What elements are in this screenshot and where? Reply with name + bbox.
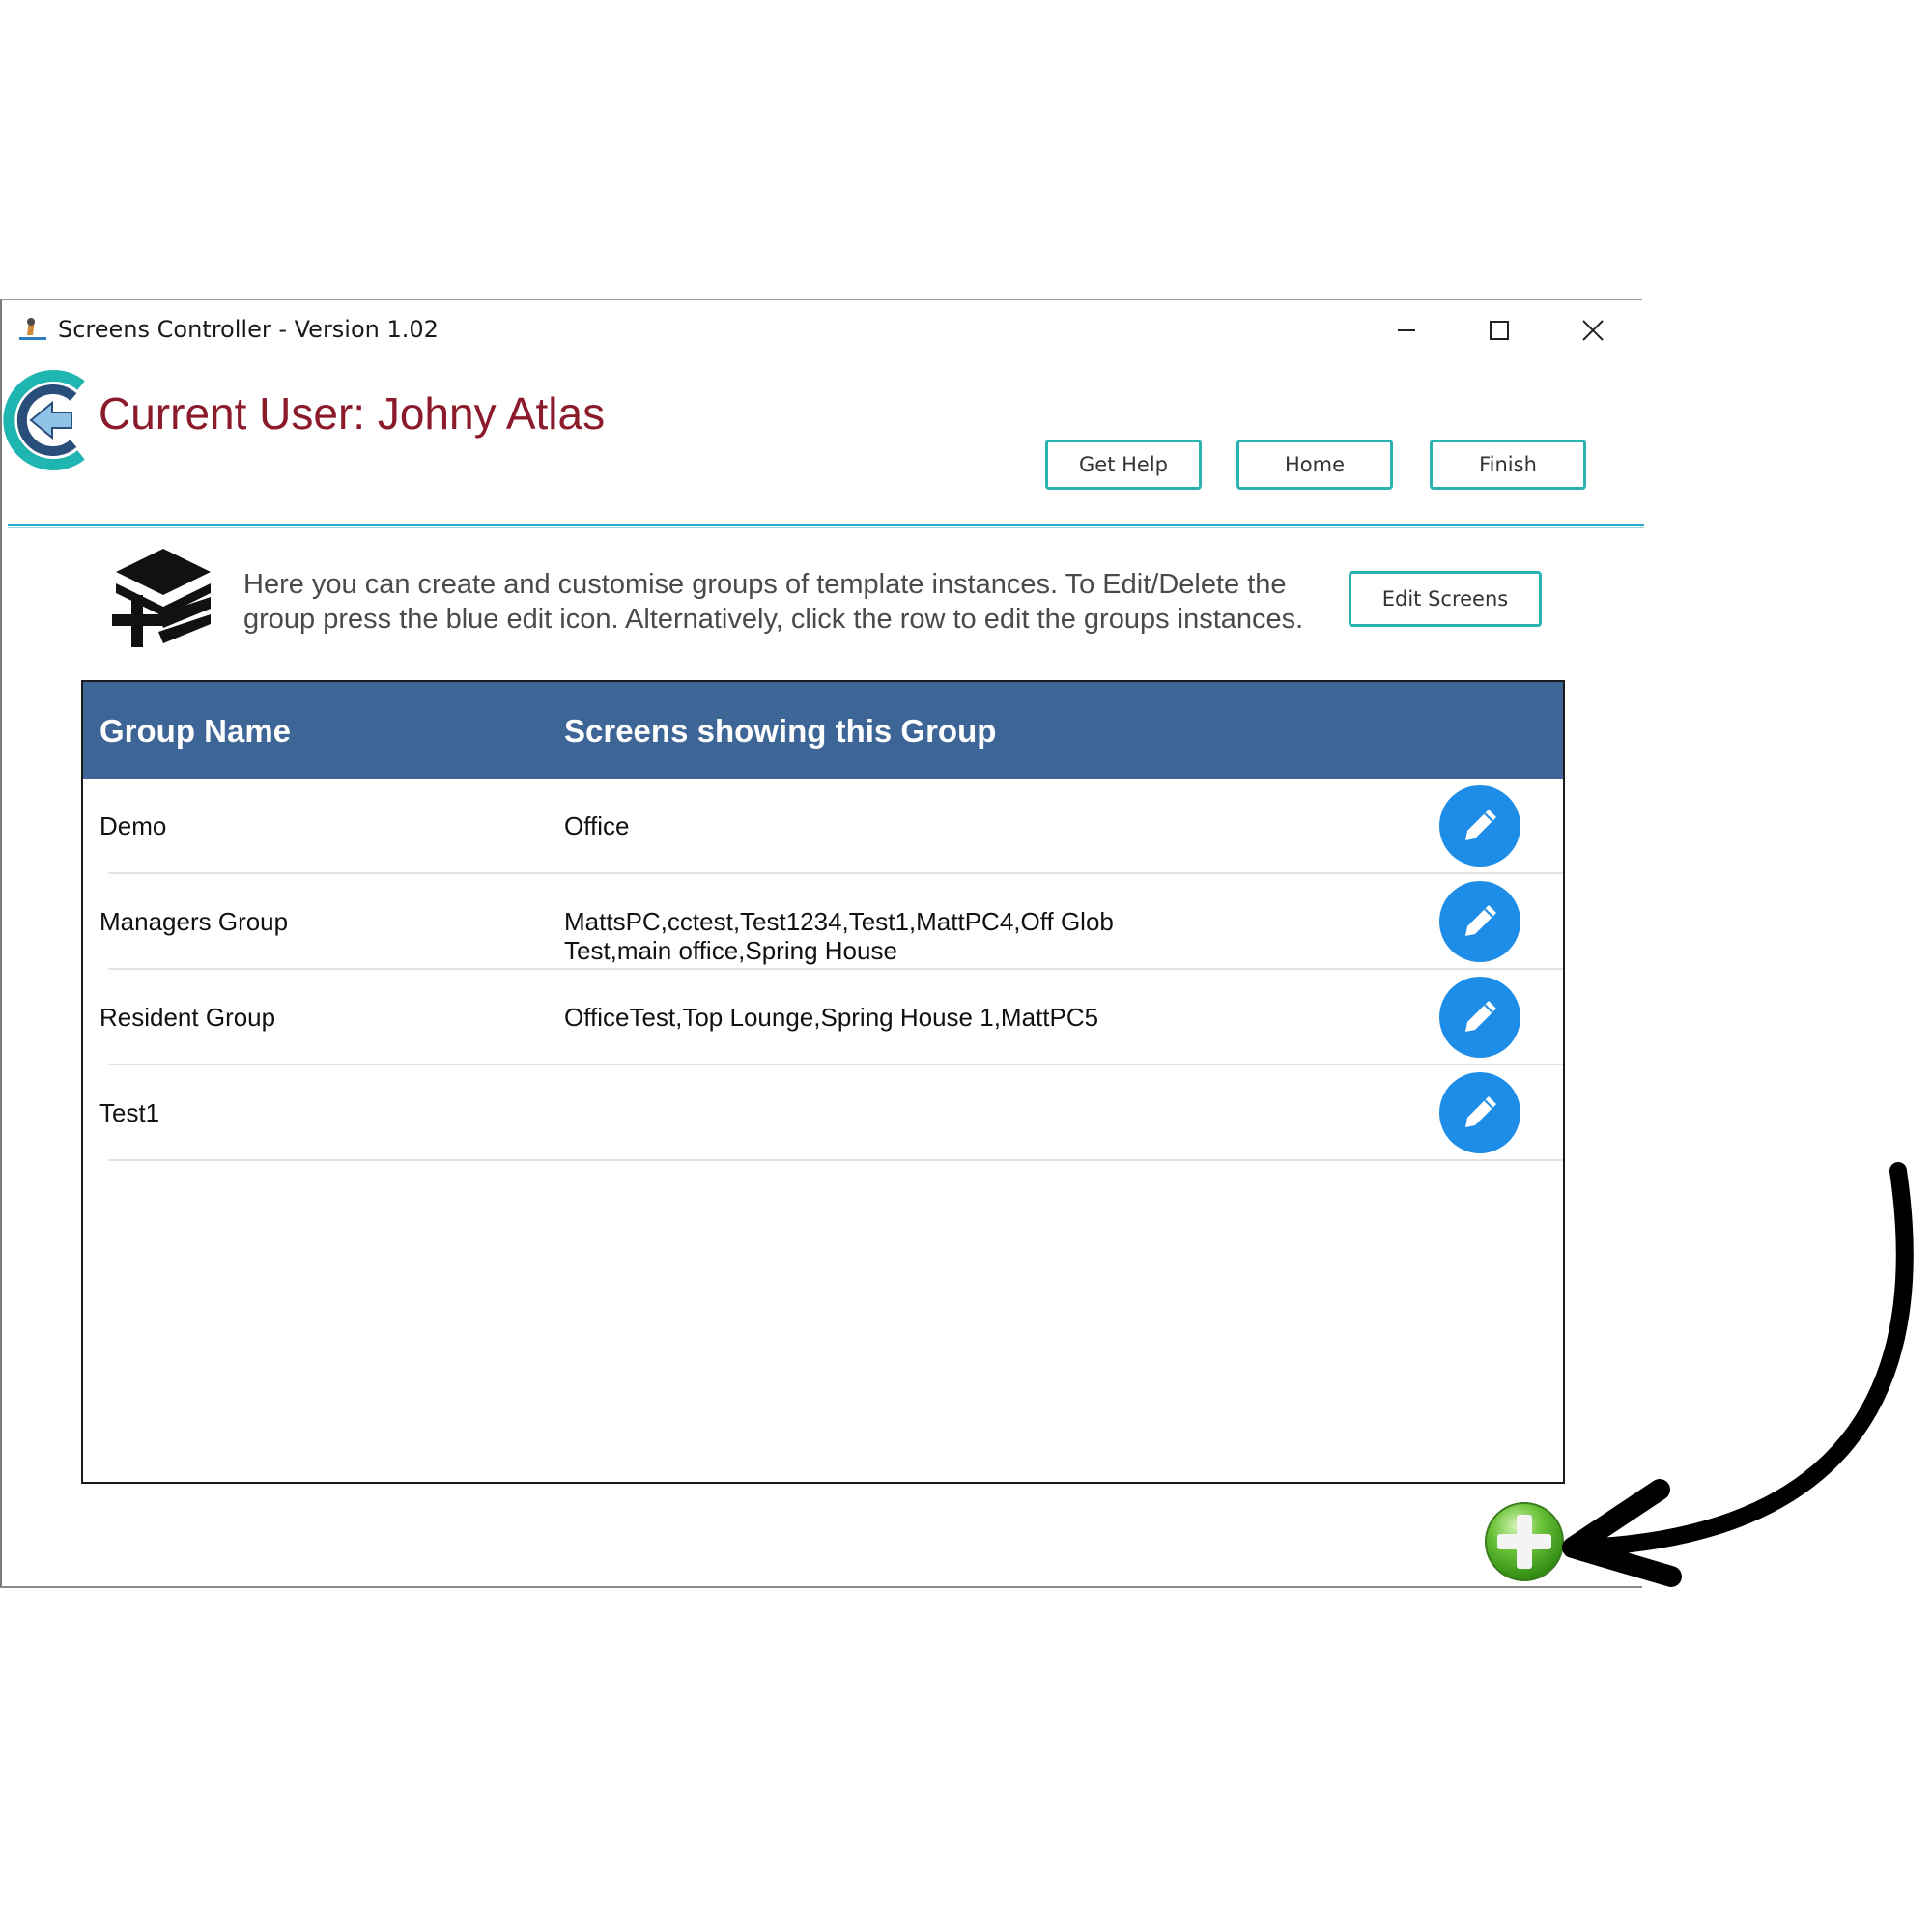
maximize-icon[interactable] bbox=[1470, 306, 1528, 355]
screens-cell: MattsPC,cctest,Test1234,Test1,MattPC4,Of… bbox=[564, 907, 1114, 965]
edit-group-button[interactable] bbox=[1439, 1072, 1520, 1153]
finish-button[interactable]: Finish bbox=[1430, 440, 1586, 490]
curved-arrow-annotation bbox=[1562, 1162, 1914, 1587]
table-row[interactable]: Managers Group MattsPC,cctest,Test1234,T… bbox=[83, 874, 1563, 970]
row-divider bbox=[108, 1159, 1563, 1161]
pencil-icon bbox=[1465, 810, 1496, 840]
window-title: Screens Controller - Version 1.02 bbox=[58, 316, 439, 343]
group-name-cell: Resident Group bbox=[99, 1003, 276, 1032]
header: Current User: Johny Atlas Get Help Home … bbox=[2, 358, 1644, 528]
close-icon[interactable] bbox=[1564, 306, 1622, 355]
group-name-cell: Test1 bbox=[99, 1098, 160, 1127]
header-divider bbox=[8, 524, 1644, 528]
layers-add-icon bbox=[112, 549, 211, 647]
title-bar: Screens Controller - Version 1.02 bbox=[2, 300, 1644, 358]
table-row[interactable]: Test1 bbox=[83, 1065, 1563, 1161]
table-row[interactable]: Resident Group OfficeTest,Top Lounge,Spr… bbox=[83, 970, 1563, 1065]
group-name-cell: Demo bbox=[99, 811, 167, 840]
table-row[interactable]: Demo Office bbox=[83, 779, 1563, 874]
groups-table: Group Name Screens showing this Group De… bbox=[81, 680, 1565, 1484]
pencil-icon bbox=[1465, 905, 1496, 936]
app-icon bbox=[19, 318, 46, 340]
info-text: Here you can create and customise groups… bbox=[243, 569, 1304, 635]
app-window: Screens Controller - Version 1.02 Curren… bbox=[0, 299, 1644, 1588]
get-help-button[interactable]: Get Help bbox=[1045, 440, 1202, 490]
group-name-cell: Managers Group bbox=[99, 907, 289, 936]
current-user-title: Current User: Johny Atlas bbox=[99, 388, 606, 439]
pencil-icon bbox=[1465, 1001, 1496, 1032]
edit-group-button[interactable] bbox=[1439, 881, 1520, 962]
screens-cell: OfficeTest,Top Lounge,Spring House 1,Mat… bbox=[564, 1003, 1099, 1032]
home-button[interactable]: Home bbox=[1236, 440, 1393, 490]
screens-cell: Office bbox=[564, 811, 630, 840]
table-header: Group Name Screens showing this Group bbox=[83, 682, 1563, 779]
back-logo-icon[interactable] bbox=[2, 368, 95, 472]
minimize-icon[interactable] bbox=[1378, 306, 1435, 355]
edit-screens-button[interactable]: Edit Screens bbox=[1349, 571, 1542, 627]
edit-group-button[interactable] bbox=[1439, 977, 1520, 1058]
column-header-screens: Screens showing this Group bbox=[564, 713, 997, 749]
column-header-group-name: Group Name bbox=[99, 713, 292, 749]
pencil-icon bbox=[1465, 1096, 1496, 1127]
edit-group-button[interactable] bbox=[1439, 785, 1520, 867]
